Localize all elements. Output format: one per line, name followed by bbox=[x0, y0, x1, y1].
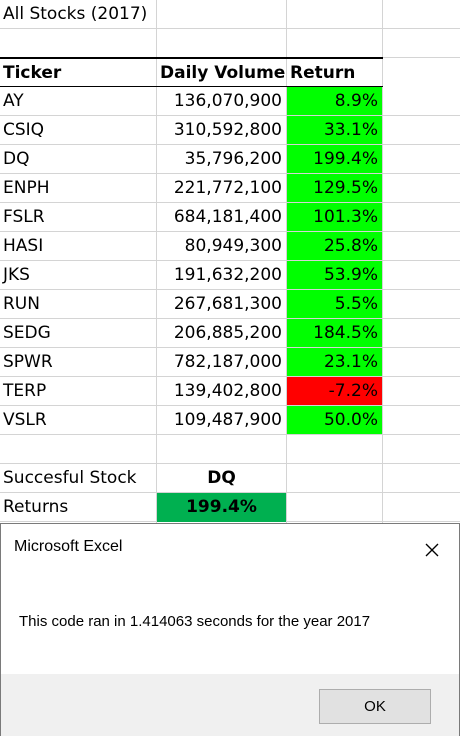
return-cell-negative[interactable]: -7.2% bbox=[287, 377, 382, 405]
dialog-message: This code ran in 1.414063 seconds for th… bbox=[19, 613, 371, 630]
return-cell-positive[interactable]: 101.3% bbox=[287, 203, 382, 231]
successful-stock-value[interactable]: DQ bbox=[157, 464, 286, 493]
dialog-title: Microsoft Excel bbox=[14, 538, 123, 555]
close-icon[interactable] bbox=[418, 536, 446, 564]
ticker-cell[interactable]: ENPH bbox=[0, 174, 156, 203]
successful-stock-label[interactable]: Succesful Stock bbox=[0, 464, 156, 493]
dialog-footer: OK bbox=[1, 674, 459, 736]
ticker-cell[interactable]: SPWR bbox=[0, 348, 156, 377]
ticker-cell[interactable]: JKS bbox=[0, 261, 156, 290]
ticker-cell[interactable]: FSLR bbox=[0, 203, 156, 232]
ticker-cell[interactable]: CSIQ bbox=[0, 116, 156, 145]
ticker-cell[interactable]: TERP bbox=[0, 377, 156, 406]
sheet-title[interactable]: All Stocks (2017) bbox=[0, 0, 300, 29]
return-cell-positive[interactable]: 129.5% bbox=[287, 174, 382, 202]
daily-volume-cell[interactable]: 221,772,100 bbox=[157, 174, 286, 203]
return-cell-positive[interactable]: 8.9% bbox=[287, 87, 382, 115]
return-cell-positive[interactable]: 50.0% bbox=[287, 406, 382, 434]
daily-volume-cell[interactable]: 80,949,300 bbox=[157, 232, 286, 261]
message-dialog: Microsoft Excel This code ran in 1.41406… bbox=[0, 523, 460, 736]
ticker-cell[interactable]: AY bbox=[0, 87, 156, 116]
ticker-cell[interactable]: DQ bbox=[0, 145, 156, 174]
daily-volume-cell[interactable]: 684,181,400 bbox=[157, 203, 286, 232]
header-return[interactable]: Return bbox=[287, 59, 382, 87]
returns-value[interactable]: 199.4% bbox=[157, 493, 286, 522]
return-cell-positive[interactable]: 184.5% bbox=[287, 319, 382, 347]
return-cell-positive[interactable]: 33.1% bbox=[287, 116, 382, 144]
daily-volume-cell[interactable]: 782,187,000 bbox=[157, 348, 286, 377]
daily-volume-cell[interactable]: 206,885,200 bbox=[157, 319, 286, 348]
return-cell-positive[interactable]: 53.9% bbox=[287, 261, 382, 289]
ticker-cell[interactable]: HASI bbox=[0, 232, 156, 261]
daily-volume-cell[interactable]: 139,402,800 bbox=[157, 377, 286, 406]
gridline bbox=[382, 0, 383, 523]
return-cell-positive[interactable]: 199.4% bbox=[287, 145, 382, 173]
return-cell-positive[interactable]: 5.5% bbox=[287, 290, 382, 318]
daily-volume-cell[interactable]: 191,632,200 bbox=[157, 261, 286, 290]
returns-label[interactable]: Returns bbox=[0, 493, 156, 522]
ticker-cell[interactable]: RUN bbox=[0, 290, 156, 319]
ok-button[interactable]: OK bbox=[319, 689, 431, 724]
daily-volume-cell[interactable]: 109,487,900 bbox=[157, 406, 286, 435]
daily-volume-cell[interactable]: 310,592,800 bbox=[157, 116, 286, 145]
daily-volume-cell[interactable]: 136,070,900 bbox=[157, 87, 286, 116]
ticker-cell[interactable]: VSLR bbox=[0, 406, 156, 435]
daily-volume-cell[interactable]: 35,796,200 bbox=[157, 145, 286, 174]
header-daily-volume[interactable]: Daily Volume bbox=[157, 59, 286, 87]
return-cell-positive[interactable]: 25.8% bbox=[287, 232, 382, 260]
ticker-cell[interactable]: SEDG bbox=[0, 319, 156, 348]
daily-volume-cell[interactable]: 267,681,300 bbox=[157, 290, 286, 319]
header-ticker[interactable]: Ticker bbox=[0, 59, 156, 87]
return-cell-positive[interactable]: 23.1% bbox=[287, 348, 382, 376]
